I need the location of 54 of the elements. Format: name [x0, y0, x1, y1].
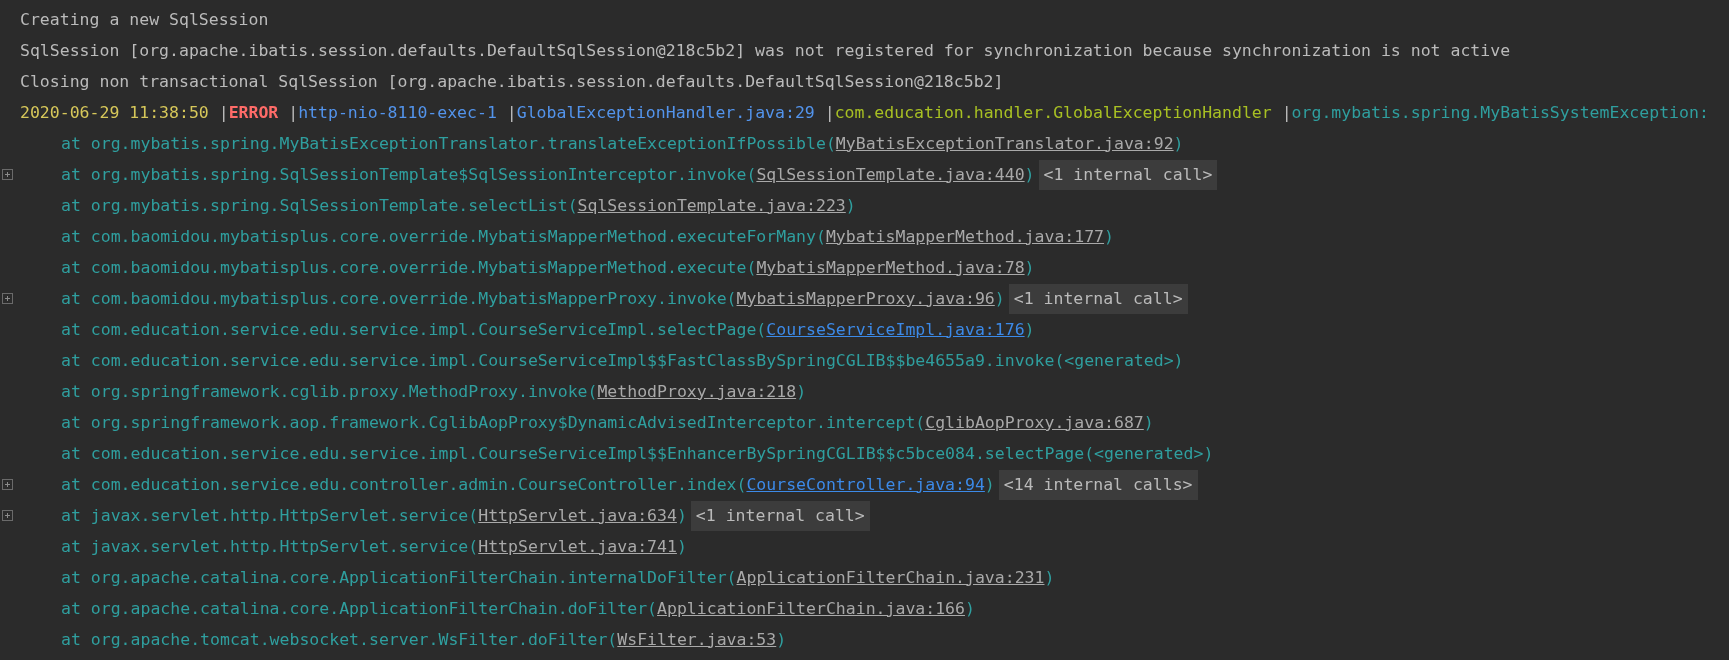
stack-frame: at com.education.service.edu.service.impl.CourseServiceImpl$$FastClassBySpringCGLIB$$be4655a9.invoke(<generated>): [61, 349, 1184, 372]
log-message: Closing non transactional SqlSession [org.apache.ibatis.session.defaults.DefaultSqlSession@218c5b2]: [20, 70, 1004, 93]
stack-frame: at org.apache.catalina.core.ApplicationFilterChain.doFilter(ApplicationFilterChain.java:166): [61, 597, 975, 620]
source-link[interactable]: SqlSessionTemplate.java:440: [756, 164, 1025, 184]
stack-frame: at org.mybatis.spring.MyBatisExceptionTranslator.translateExceptionIfPossible(MyBatisExceptionTranslator.java:92): [61, 132, 1184, 155]
stack-frame: at javax.servlet.http.HttpServlet.service(HttpServlet.java:741): [61, 535, 687, 558]
stack-frame: at org.mybatis.spring.SqlSessionTemplate$SqlSessionInterceptor.invoke(SqlSessionTemplate.java:440): [61, 163, 1035, 186]
source-link[interactable]: CourseServiceImpl.java:176: [766, 319, 1025, 339]
stack-frame: at org.springframework.cglib.proxy.MethodProxy.invoke(MethodProxy.java:218): [61, 380, 807, 403]
source-link[interactable]: HttpServlet.java:634: [478, 505, 677, 525]
log-logger: com.education.handler.GlobalExceptionHandler: [834, 101, 1273, 124]
internal-calls-fold[interactable]: <14 internal calls>: [998, 469, 1198, 500]
stack-frame: at org.apache.catalina.core.ApplicationFilterChain.internalDoFilter(ApplicationFilterChain.java:231): [61, 566, 1055, 589]
stack-frame: at com.baomidou.mybatisplus.core.override.MybatisMapperMethod.execute(MybatisMapperMethod.java:78): [61, 256, 1035, 279]
stack-frame: at com.baomidou.mybatisplus.core.override.MybatisMapperProxy.invoke(MybatisMapperProxy.java:96): [61, 287, 1005, 310]
source-link[interactable]: HttpServlet.java:741: [478, 536, 677, 556]
expand-icon[interactable]: [1, 293, 13, 304]
source-link[interactable]: MethodProxy.java:218: [597, 381, 797, 401]
separator-mark: |: [824, 101, 835, 124]
source-link[interactable]: ApplicationFilterChain.java:231: [736, 567, 1045, 587]
source-link[interactable]: MybatisMapperMethod.java:177: [825, 226, 1105, 246]
stack-frame: at com.education.service.edu.service.impl.CourseServiceImpl.selectPage(CourseServiceImpl.java:176): [61, 318, 1035, 341]
separator-mark: |: [1281, 101, 1292, 124]
log-source: GlobalExceptionHandler.java:29: [516, 101, 816, 124]
separator-mark: |: [288, 101, 299, 124]
log-message: org.mybatis.spring.MyBatisSystemException:: [1291, 101, 1709, 124]
source-link[interactable]: CglibAopProxy.java:687: [925, 412, 1144, 432]
stack-frame: at com.baomidou.mybatisplus.core.override.MybatisMapperMethod.executeForMany(MybatisMapperMethod.java:177): [61, 225, 1114, 248]
separator-mark: |: [506, 101, 517, 124]
expand-icon[interactable]: [1, 169, 13, 180]
source-link[interactable]: MybatisMapperProxy.java:96: [736, 288, 995, 308]
internal-calls-fold[interactable]: <1 internal call>: [690, 500, 870, 531]
stack-frame: at com.education.service.edu.controller.admin.CourseController.index(CourseController.java:94): [61, 473, 995, 496]
stack-frame: at org.apache.tomcat.websocket.server.WsFilter.doFilter(WsFilter.java:53): [61, 628, 787, 651]
log-level: ERROR: [228, 101, 280, 124]
source-link[interactable]: MybatisMapperMethod.java:78: [756, 257, 1025, 277]
log-thread: http-nio-8110-exec-1: [298, 101, 498, 124]
source-link[interactable]: SqlSessionTemplate.java:223: [577, 195, 846, 215]
expand-icon[interactable]: [1, 510, 13, 521]
separator-mark: |: [218, 101, 229, 124]
source-link[interactable]: CourseController.java:94: [746, 474, 985, 494]
stack-frame: at org.springframework.aop.framework.CglibAopProxy$DynamicAdvisedInterceptor.intercept(CglibAopProxy.java:687): [61, 411, 1154, 434]
source-link[interactable]: ApplicationFilterChain.java:166: [657, 598, 965, 618]
source-link[interactable]: MyBatisExceptionTranslator.java:92: [835, 133, 1174, 153]
stack-frame: at org.mybatis.spring.SqlSessionTemplate.selectList(SqlSessionTemplate.java:223): [61, 194, 856, 217]
log-message: Creating a new SqlSession: [20, 8, 269, 31]
stack-frame: at javax.servlet.http.HttpServlet.service(HttpServlet.java:634): [61, 504, 687, 527]
log-timestamp: 2020-06-29 11:38:50: [20, 101, 210, 124]
internal-calls-fold[interactable]: <1 internal call>: [1008, 283, 1188, 314]
expand-icon[interactable]: [1, 479, 13, 490]
internal-calls-fold[interactable]: <1 internal call>: [1038, 159, 1218, 190]
source-link[interactable]: WsFilter.java:53: [617, 629, 777, 649]
stack-frame: at com.education.service.edu.service.impl.CourseServiceImpl$$EnhancerBySpringCGLIB$$c5bce084.selectPage(<generated>): [61, 442, 1214, 465]
log-message: SqlSession [org.apache.ibatis.session.defaults.DefaultSqlSession@218c5b2] was not registered for synchronization because synchronization is not active: [20, 39, 1511, 62]
